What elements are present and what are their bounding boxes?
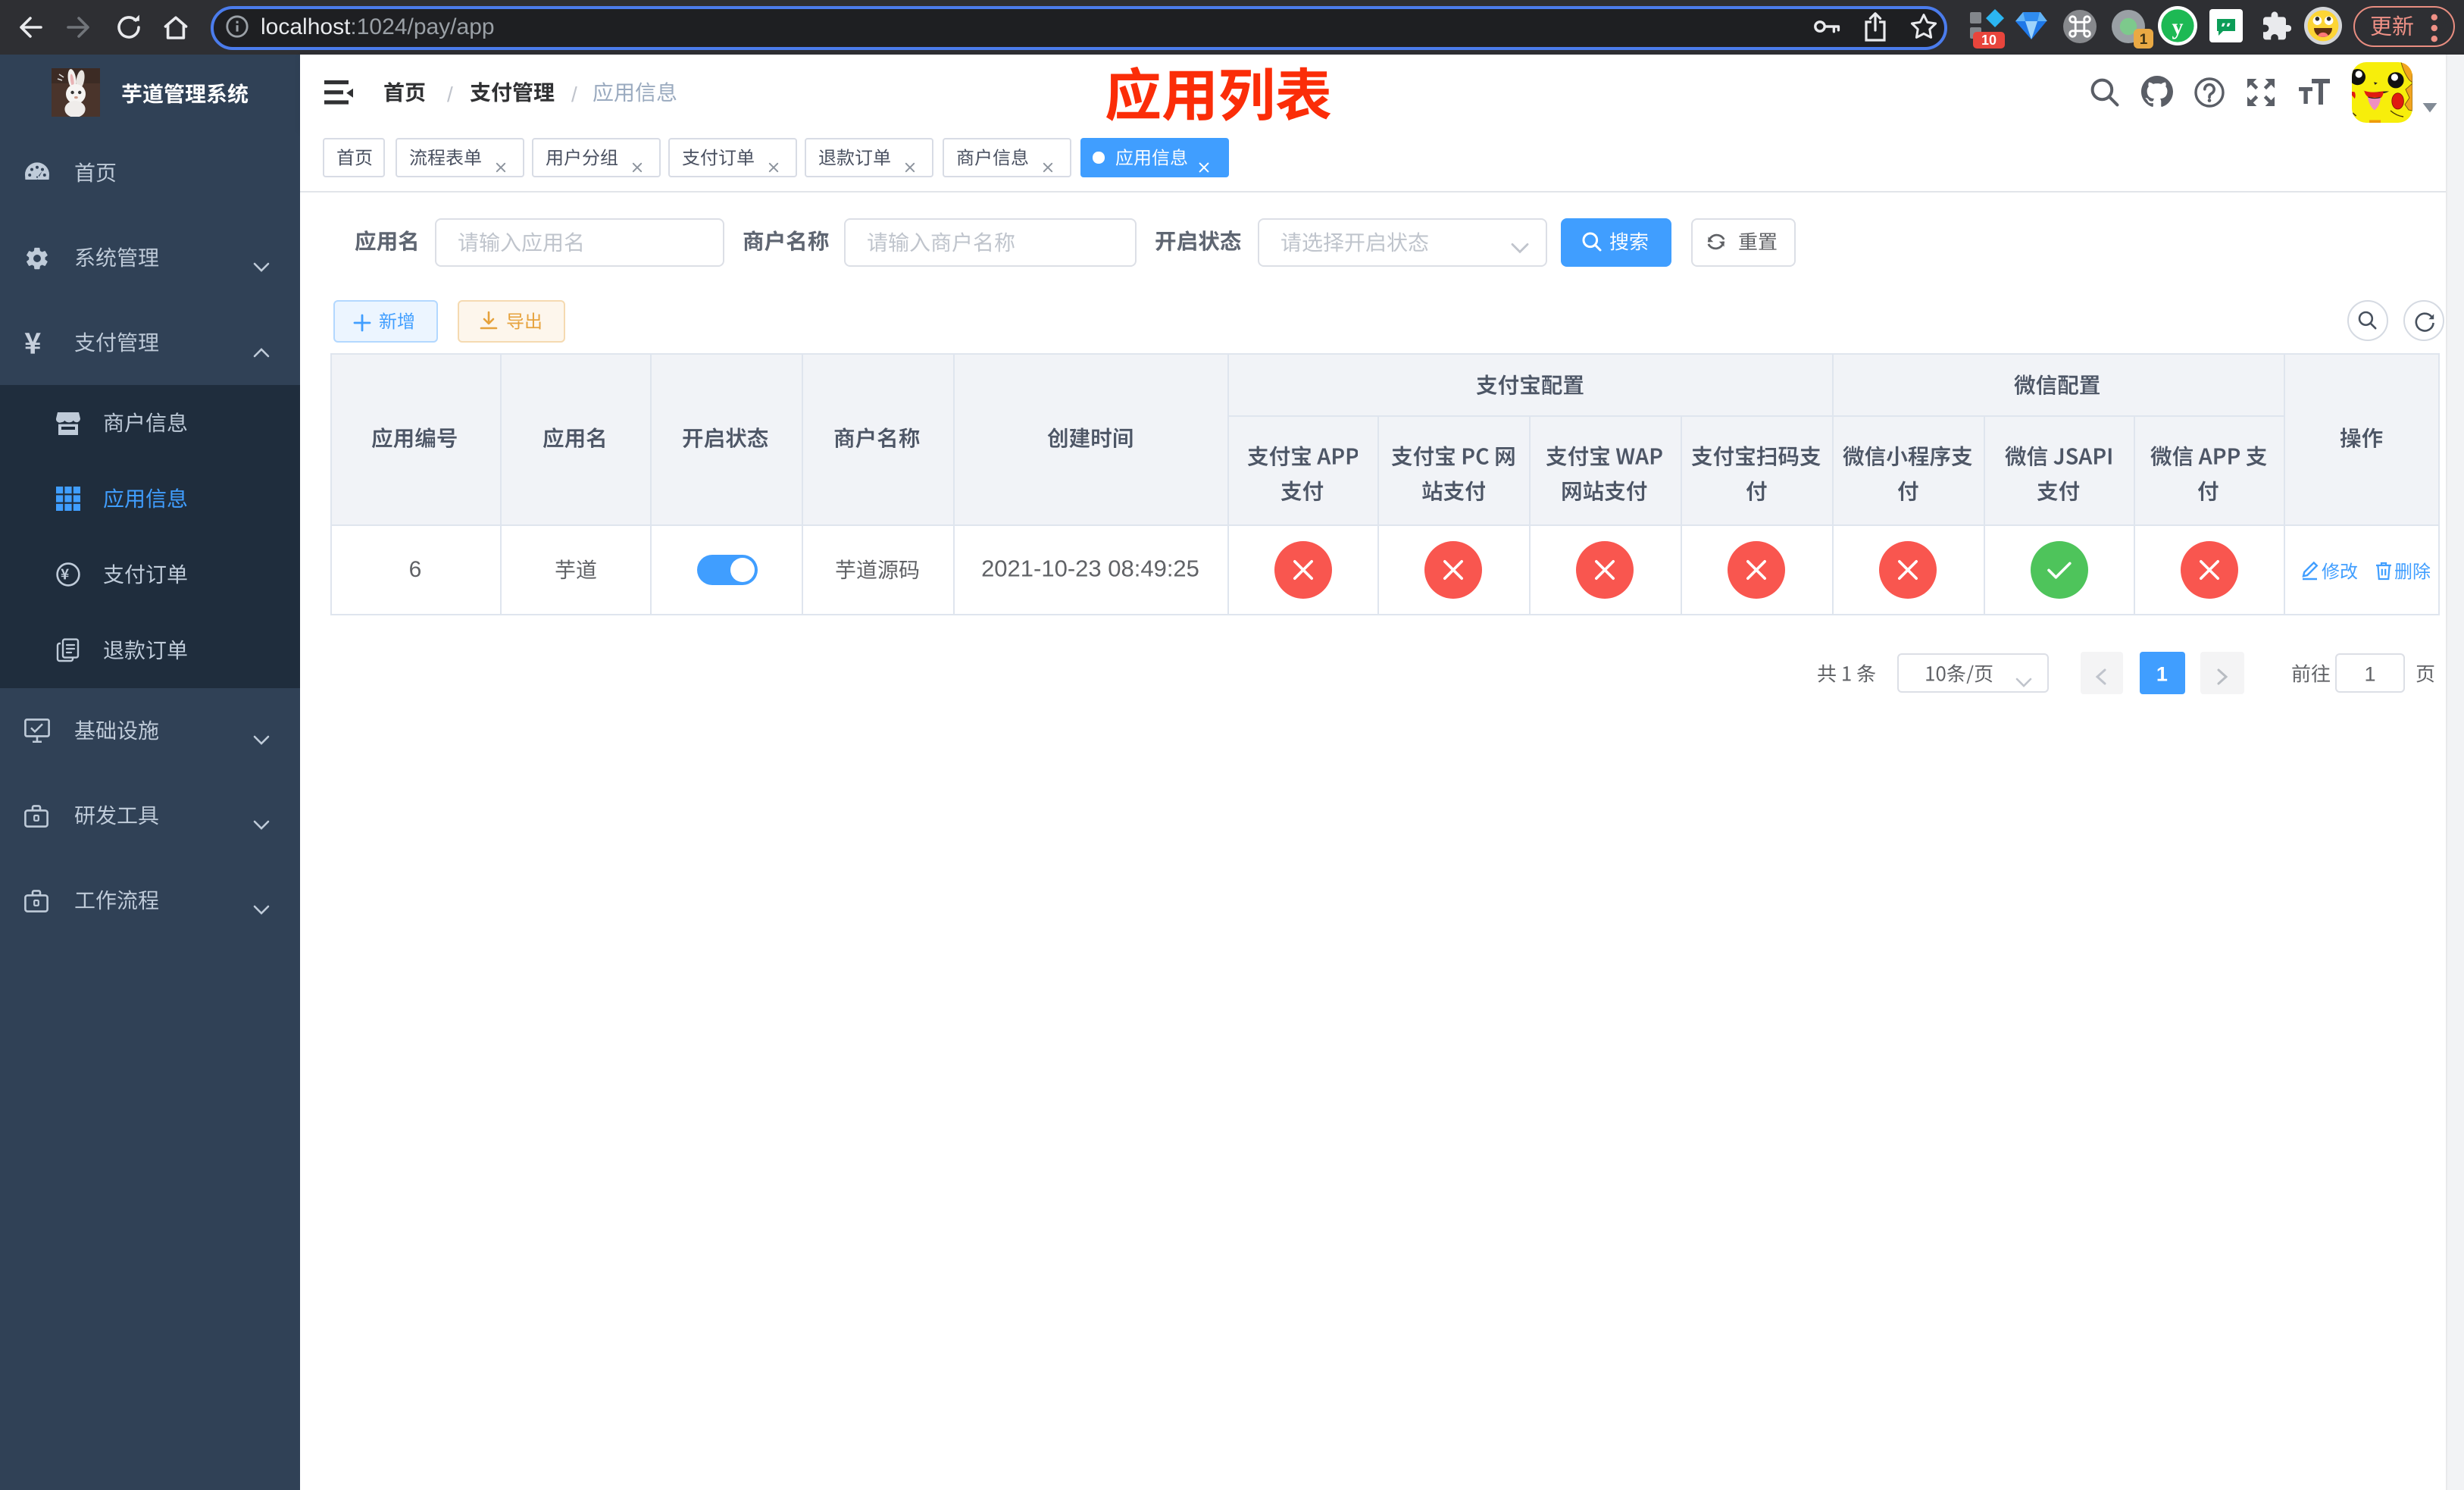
svg-text:10: 10 <box>1981 33 1997 48</box>
svg-text:1: 1 <box>2140 32 2148 48</box>
svg-text:y: y <box>2172 14 2184 39</box>
